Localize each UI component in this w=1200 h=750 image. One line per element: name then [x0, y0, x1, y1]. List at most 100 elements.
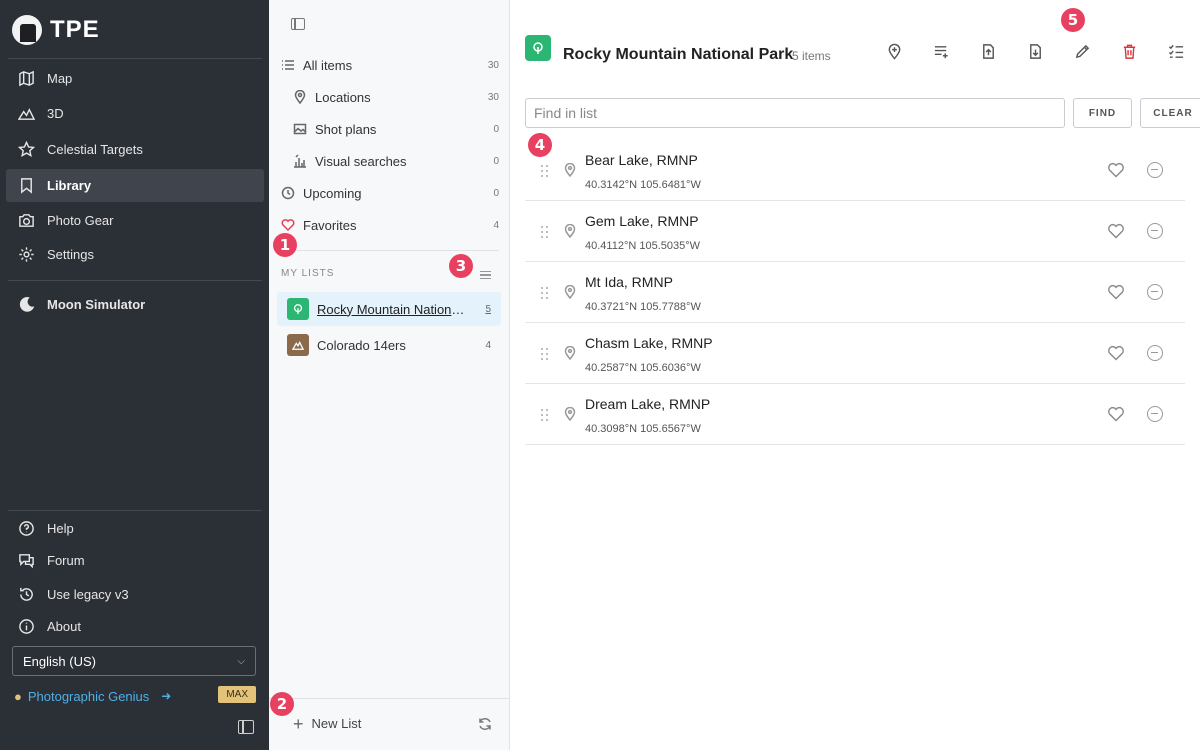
find-in-list-input[interactable]: [525, 98, 1065, 128]
item-name[interactable]: Chasm Lake, RMNP: [585, 335, 713, 351]
category-count: 30: [487, 59, 499, 71]
remove-item-icon[interactable]: [1147, 223, 1163, 239]
category-favorites[interactable]: Favorites 4: [281, 212, 499, 238]
callout-badge: 3: [449, 254, 473, 278]
category-label: Upcoming: [303, 185, 362, 201]
list-item[interactable]: Chasm Lake, RMNP 40.2587°N 105.6036°W: [525, 323, 1185, 384]
select-items-button[interactable]: [1153, 40, 1200, 62]
nav-item-settings[interactable]: Settings: [6, 238, 264, 271]
drag-handle-icon[interactable]: [541, 226, 551, 238]
nav-item-label: Library: [47, 178, 92, 193]
category-label: Locations: [315, 89, 371, 105]
list-item[interactable]: Mt Ida, RMNP 40.3721°N 105.7788°W: [525, 262, 1185, 323]
import-button[interactable]: [1012, 40, 1059, 62]
category-locations[interactable]: Locations 30: [293, 84, 499, 110]
new-list-label: New List: [311, 716, 362, 731]
nav-item-about[interactable]: About: [6, 610, 264, 643]
plan-badge: MAX: [218, 686, 256, 703]
nav-item-label: Moon Simulator: [47, 297, 146, 312]
nav-item-3d[interactable]: 3D: [6, 97, 264, 130]
collapse-sidebar-icon[interactable]: [238, 720, 254, 734]
chevron-down-icon: ⌵: [237, 655, 245, 667]
favorite-heart-icon[interactable]: [1107, 162, 1125, 178]
history-icon: [20, 587, 33, 601]
forum-icon: [19, 554, 34, 569]
favorite-heart-icon[interactable]: [1107, 223, 1125, 239]
tree-icon: [287, 298, 309, 320]
star-icon: [18, 141, 35, 158]
callout-badge: 2: [270, 692, 294, 716]
edit-list-button[interactable]: [1059, 40, 1106, 62]
nav-item-library[interactable]: Library: [6, 169, 264, 202]
nav-item-moon-simulator[interactable]: Moon Simulator: [6, 288, 264, 321]
logout-icon[interactable]: ➜: [161, 689, 171, 703]
nav-item-label: Celestial Targets: [47, 142, 143, 157]
category-count: 30: [487, 91, 499, 103]
language-select[interactable]: English (US) ⌵: [12, 646, 256, 676]
clear-button[interactable]: CLEAR: [1140, 98, 1200, 128]
list-label: Rocky Mountain National Park: [317, 301, 467, 317]
callout-badge: 5: [1061, 8, 1085, 32]
nav-item-celestial-targets[interactable]: Celestial Targets: [6, 133, 264, 166]
lists-menu-icon[interactable]: [480, 271, 491, 279]
item-name[interactable]: Gem Lake, RMNP: [585, 213, 699, 229]
nav-item-map[interactable]: Map: [6, 62, 264, 95]
nav-item-help[interactable]: Help: [6, 512, 264, 545]
drag-handle-icon[interactable]: [541, 348, 551, 360]
refresh-icon[interactable]: [477, 716, 493, 732]
moon-icon: [19, 297, 35, 312]
category-label: Shot plans: [315, 121, 377, 137]
item-name[interactable]: Mt Ida, RMNP: [585, 274, 673, 290]
remove-item-icon[interactable]: [1147, 345, 1163, 361]
item-name[interactable]: Bear Lake, RMNP: [585, 152, 698, 168]
user-name-link[interactable]: Photographic Genius: [28, 689, 149, 704]
map-icon: [19, 70, 34, 87]
favorite-heart-icon[interactable]: [1107, 406, 1125, 422]
find-button[interactable]: FIND: [1073, 98, 1132, 128]
list-item[interactable]: Gem Lake, RMNP 40.4112°N 105.5035°W: [525, 201, 1185, 262]
nav-item-photo-gear[interactable]: Photo Gear: [6, 204, 264, 237]
remove-item-icon[interactable]: [1147, 162, 1163, 178]
list-item-colorado-14ers[interactable]: Colorado 14ers 4: [277, 328, 501, 362]
category-upcoming[interactable]: Upcoming 0: [281, 180, 499, 206]
nav-item-forum[interactable]: Forum: [6, 544, 264, 577]
location-pin-icon: [564, 162, 576, 178]
list-label: Colorado 14ers: [317, 337, 406, 353]
nav-item-use-legacy[interactable]: Use legacy v3: [6, 578, 264, 611]
plus-icon: +: [293, 713, 304, 734]
divider: [8, 58, 262, 59]
list-item-rocky-mountain[interactable]: Rocky Mountain National Park 5: [277, 292, 501, 326]
favorite-heart-icon[interactable]: [1107, 284, 1125, 300]
new-list-button[interactable]: + New List: [293, 713, 362, 734]
item-name[interactable]: Dream Lake, RMNP: [585, 396, 710, 412]
image-icon: [293, 123, 307, 135]
brand[interactable]: TPE: [12, 12, 100, 48]
list-item[interactable]: Dream Lake, RMNP 40.3098°N 105.6567°W: [525, 384, 1185, 445]
toggle-panel-icon[interactable]: [291, 18, 305, 30]
main-sidebar: TPE Map 3D Celestial Targets Library Pho…: [0, 0, 269, 750]
drag-handle-icon[interactable]: [541, 165, 551, 177]
file-download-icon: [1030, 43, 1041, 59]
category-count: 0: [493, 187, 499, 199]
location-pin-icon: [564, 223, 576, 239]
category-count: 4: [493, 219, 499, 231]
divider: [8, 280, 262, 281]
category-visual-searches[interactable]: Visual searches 0: [293, 148, 499, 174]
remove-item-icon[interactable]: [1147, 406, 1163, 422]
drag-handle-icon[interactable]: [541, 287, 551, 299]
item-coordinates: 40.3721°N 105.7788°W: [585, 301, 701, 313]
category-all-items[interactable]: All items 30: [281, 52, 499, 78]
nav-item-label: 3D: [47, 106, 64, 121]
location-pin-icon: [564, 345, 576, 361]
export-button[interactable]: [965, 40, 1012, 62]
favorite-heart-icon[interactable]: [1107, 345, 1125, 361]
user-icon: ●: [14, 688, 22, 704]
category-shot-plans[interactable]: Shot plans 0: [293, 116, 499, 142]
add-location-button[interactable]: [871, 40, 918, 62]
add-to-list-button[interactable]: [918, 40, 965, 62]
list-count: 5: [485, 303, 491, 315]
remove-item-icon[interactable]: [1147, 284, 1163, 300]
delete-list-button[interactable]: [1106, 40, 1153, 62]
list-item[interactable]: Bear Lake, RMNP 40.3142°N 105.6481°W: [525, 140, 1185, 201]
drag-handle-icon[interactable]: [541, 409, 551, 421]
